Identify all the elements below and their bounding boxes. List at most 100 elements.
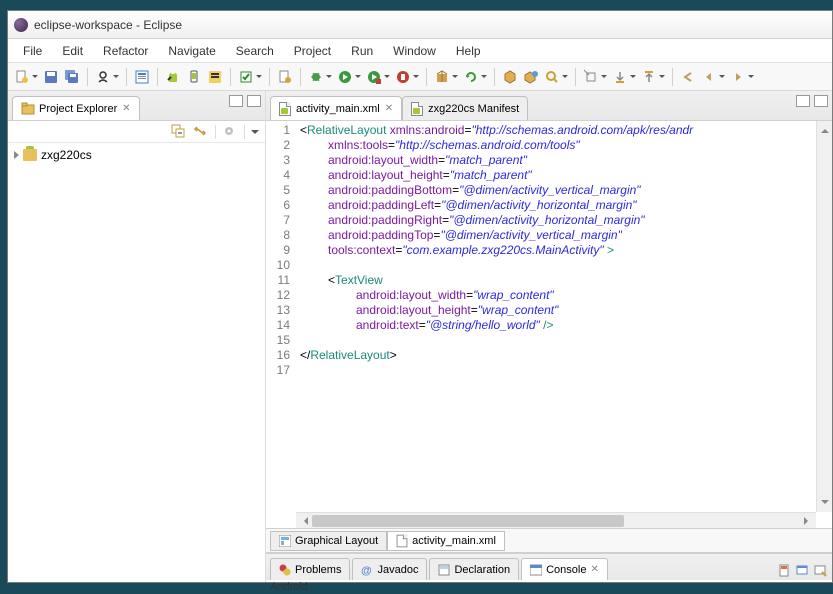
page-tab-label: Graphical Layout <box>295 535 378 547</box>
vertical-scrollbar[interactable] <box>816 121 832 512</box>
page-tab-label: activity_main.xml <box>412 535 496 547</box>
project-tree[interactable]: zxg220cs <box>8 143 265 167</box>
run-last-button[interactable] <box>364 67 384 87</box>
separator <box>230 68 231 86</box>
view-controls <box>229 95 261 107</box>
toggle-mark-button[interactable] <box>581 67 601 87</box>
graphical-layout-tab[interactable]: Graphical Layout <box>270 531 387 551</box>
separator <box>426 68 427 86</box>
declaration-icon <box>438 564 450 576</box>
lint-button[interactable] <box>205 67 225 87</box>
close-icon[interactable]: ✕ <box>385 103 393 114</box>
run-button[interactable] <box>335 67 355 87</box>
open-task-button[interactable] <box>521 67 541 87</box>
android-manifest-icon <box>411 102 423 116</box>
android-project-icon <box>23 149 37 161</box>
close-icon[interactable]: ✕ <box>590 564 598 575</box>
editor-tab-activity-main[interactable]: activity_main.xml ✕ <box>270 96 402 120</box>
save-button[interactable] <box>41 67 61 87</box>
debug-button[interactable] <box>306 67 326 87</box>
collapse-all-button[interactable] <box>171 124 187 140</box>
menu-search[interactable]: Search <box>227 42 283 60</box>
maximize-editor-button[interactable] <box>814 95 828 107</box>
editor-page-tabs: Graphical Layout activity_main.xml <box>266 528 832 552</box>
menu-file[interactable]: File <box>14 42 51 60</box>
console-tab[interactable]: Console ✕ <box>521 558 608 580</box>
forward-button[interactable] <box>728 67 748 87</box>
tab-label: Declaration <box>454 564 510 576</box>
scroll-right-button[interactable] <box>800 513 816 528</box>
scroll-left-button[interactable] <box>296 513 312 528</box>
separator <box>157 68 158 86</box>
pin-console-button[interactable] <box>778 564 792 578</box>
source-tab[interactable]: activity_main.xml <box>387 531 505 551</box>
scrollbar-thumb[interactable] <box>312 515 624 527</box>
close-icon[interactable]: ✕ <box>121 104 131 114</box>
project-explorer-view: Project Explorer ✕ <box>8 91 266 582</box>
back-button[interactable] <box>699 67 719 87</box>
menu-project[interactable]: Project <box>285 42 340 60</box>
display-console-button[interactable] <box>796 564 810 578</box>
new-java-class-button[interactable] <box>275 67 295 87</box>
project-explorer-toolbar <box>8 121 265 143</box>
external-tools-button[interactable] <box>393 67 413 87</box>
window-title: eclipse-workspace - Eclipse <box>34 18 182 32</box>
project-explorer-icon <box>21 102 35 116</box>
problems-tab[interactable]: Problems <box>270 558 350 580</box>
console-icon <box>530 564 542 576</box>
avd-manager-button[interactable] <box>184 67 204 87</box>
scroll-down-button[interactable] <box>817 496 832 512</box>
search-button[interactable] <box>542 67 562 87</box>
toggle-breadcrumb-button[interactable] <box>132 67 152 87</box>
menu-run[interactable]: Run <box>342 42 382 60</box>
horizontal-scrollbar[interactable] <box>296 512 816 528</box>
menu-edit[interactable]: Edit <box>53 42 92 60</box>
bottom-view-area: Problems @ Javadoc Declaration Console ✕ <box>266 552 832 582</box>
perspective-button[interactable] <box>93 67 113 87</box>
minimize-editor-button[interactable] <box>796 95 810 107</box>
refresh-button[interactable] <box>461 67 481 87</box>
sdk-manager-button[interactable] <box>163 67 183 87</box>
menu-help[interactable]: Help <box>447 42 490 60</box>
code-area[interactable]: <RelativeLayout xmlns:android="http://sc… <box>296 121 816 512</box>
layout-icon <box>279 535 291 547</box>
open-type-button[interactable] <box>500 67 520 87</box>
scroll-up-button[interactable] <box>817 121 832 137</box>
maximize-view-button[interactable] <box>247 95 261 107</box>
menu-refactor[interactable]: Refactor <box>94 42 157 60</box>
separator <box>126 68 127 86</box>
new-button[interactable] <box>12 67 32 87</box>
build-button[interactable] <box>236 67 256 87</box>
separator <box>269 68 270 86</box>
separator <box>575 68 576 86</box>
back-history-button[interactable] <box>678 67 698 87</box>
open-console-button[interactable] <box>814 564 828 578</box>
tree-item-project[interactable]: zxg220cs <box>14 147 259 163</box>
eclipse-icon <box>14 18 28 32</box>
editor-tab-bar: activity_main.xml ✕ zxg220cs Manifest <box>266 91 832 121</box>
view-menu-button[interactable] <box>251 130 259 138</box>
menu-navigate[interactable]: Navigate <box>159 42 224 60</box>
project-label: zxg220cs <box>41 148 92 162</box>
expand-arrow-icon[interactable] <box>14 151 19 159</box>
javadoc-icon: @ <box>361 564 373 576</box>
editor-tab-label: activity_main.xml <box>296 103 380 115</box>
save-all-button[interactable] <box>62 67 82 87</box>
declaration-tab[interactable]: Declaration <box>429 558 519 580</box>
titlebar[interactable]: eclipse-workspace - Eclipse <box>8 11 832 39</box>
focus-task-button[interactable] <box>222 124 238 140</box>
android-xml-file-icon <box>279 102 291 116</box>
editor-tab-manifest[interactable]: zxg220cs Manifest <box>402 96 528 120</box>
javadoc-tab[interactable]: @ Javadoc <box>352 558 427 580</box>
minimize-view-button[interactable] <box>229 95 243 107</box>
menu-window[interactable]: Window <box>384 42 445 60</box>
prev-annotation-button[interactable] <box>639 67 659 87</box>
eclipse-window: eclipse-workspace - Eclipse File Edit Re… <box>7 10 833 583</box>
xml-file-icon <box>397 534 408 547</box>
project-explorer-tab[interactable]: Project Explorer ✕ <box>12 96 140 120</box>
next-annotation-button[interactable] <box>610 67 630 87</box>
new-package-button[interactable] <box>432 67 452 87</box>
link-editor-button[interactable] <box>193 124 209 140</box>
editor-panel: activity_main.xml ✕ zxg220cs Manifest 12… <box>266 91 832 582</box>
view-tab-bar: Project Explorer ✕ <box>8 91 265 121</box>
